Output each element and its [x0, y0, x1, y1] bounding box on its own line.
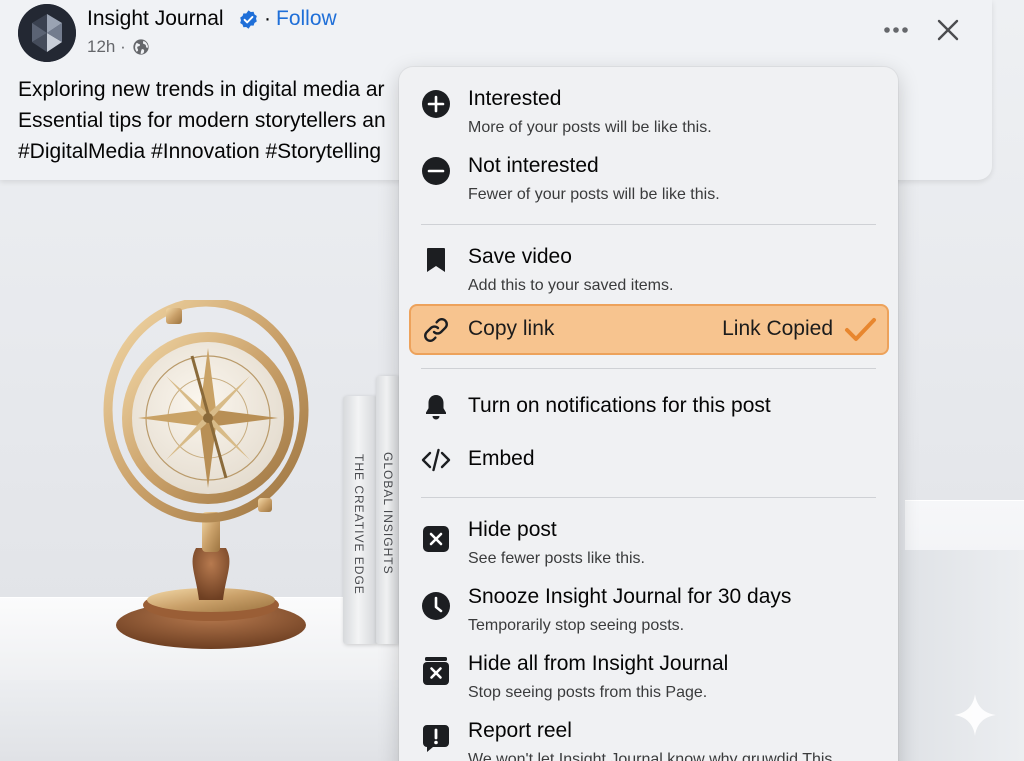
menu-item-title: Turn on notifications for this post	[468, 394, 771, 417]
sparkle-icon	[954, 694, 996, 736]
bookmark-icon	[427, 248, 445, 272]
link-icon	[424, 318, 448, 342]
close-icon[interactable]	[934, 16, 962, 44]
menu-item-not-interested[interactable]: Not interested Fewer of your posts will …	[399, 148, 898, 208]
menu-item-subtitle: Add this to your saved items.	[468, 277, 674, 294]
menu-item-title: Hide all from Insight Journal	[468, 652, 729, 675]
page-name-link[interactable]: Insight Journal	[87, 7, 224, 31]
menu-item-save-video[interactable]: Save video Add this to your saved items.	[399, 239, 898, 301]
menu-item-title: Embed	[468, 447, 535, 470]
menu-item-snooze[interactable]: Snooze Insight Journal for 30 days Tempo…	[399, 579, 898, 641]
menu-item-title: Copy link	[468, 317, 555, 340]
more-options-icon[interactable]	[881, 22, 911, 38]
menu-item-hide-all[interactable]: Hide all from Insight Journal Stop seein…	[399, 646, 898, 708]
plus-circle-icon	[422, 90, 450, 118]
menu-item-subtitle: More of your posts will be like this.	[468, 119, 712, 136]
menu-item-title: Report reel	[468, 719, 572, 742]
report-icon	[423, 725, 449, 752]
archive-x-icon	[423, 657, 449, 685]
checkmark-icon	[845, 318, 876, 341]
minus-circle-icon	[422, 157, 450, 185]
menu-item-subtitle: See fewer posts like this.	[468, 550, 645, 567]
menu-item-title: Interested	[468, 87, 562, 110]
menu-item-subtitle: Stop seeing posts from this Page.	[468, 684, 708, 701]
code-icon	[421, 448, 451, 472]
header-separator: ·	[264, 7, 271, 30]
menu-item-notifications[interactable]: Turn on notifications for this post	[399, 385, 898, 429]
menu-item-interested[interactable]: Interested More of your posts will be li…	[399, 81, 898, 141]
book-spine-title: GLOBAL INSIGHTS	[381, 452, 395, 575]
menu-item-title: Not interested	[468, 154, 599, 177]
post-caption: Exploring new trends in digital media ar…	[18, 74, 408, 167]
book-spine-title: THE CREATIVE EDGE	[352, 454, 366, 595]
clock-icon	[422, 592, 450, 620]
menu-item-title: Hide post	[468, 518, 557, 541]
book-creative-edge: THE CREATIVE EDGE	[343, 396, 377, 644]
globe-icon	[133, 39, 149, 55]
menu-item-subtitle: Fewer of your posts will be like this.	[468, 186, 720, 203]
menu-item-embed[interactable]: Embed	[399, 438, 898, 482]
menu-item-subtitle: Temporarily stop seeing posts.	[468, 617, 685, 634]
compass-globe-image	[103, 300, 309, 649]
menu-item-hide-post[interactable]: Hide post See fewer posts like this.	[399, 512, 898, 574]
book-global-insights: GLOBAL INSIGHTS	[376, 376, 400, 644]
page-logo-icon	[18, 4, 76, 62]
menu-divider	[421, 497, 876, 498]
avatar[interactable]	[18, 4, 76, 62]
verified-badge-icon	[240, 10, 257, 29]
menu-item-title: Snooze Insight Journal for 30 days	[468, 585, 792, 608]
menu-divider	[421, 368, 876, 369]
bell-icon	[426, 395, 446, 420]
menu-item-title: Save video	[468, 245, 572, 268]
post-options-menu: Interested More of your posts will be li…	[399, 67, 898, 761]
menu-item-subtitle: We won't let Insight Journal know why gr…	[468, 751, 833, 761]
menu-item-copy-link[interactable]: Copy link Link Copied	[409, 304, 889, 355]
scene-shelf-edge	[0, 680, 420, 761]
caption-line: Exploring new trends in digital media ar	[18, 78, 385, 101]
follow-button[interactable]: Follow	[276, 7, 337, 31]
caption-hashtags[interactable]: #DigitalMedia #Innovation #Storytelling	[18, 136, 408, 167]
post-timestamp[interactable]: 12h ·	[87, 37, 126, 57]
x-square-icon	[423, 526, 449, 552]
menu-item-report[interactable]: Report reel We won't let Insight Journal…	[399, 713, 898, 761]
menu-divider	[421, 224, 876, 225]
caption-line: Essential tips for modern storytellers a…	[18, 109, 386, 132]
link-copied-status: Link Copied	[722, 317, 833, 340]
